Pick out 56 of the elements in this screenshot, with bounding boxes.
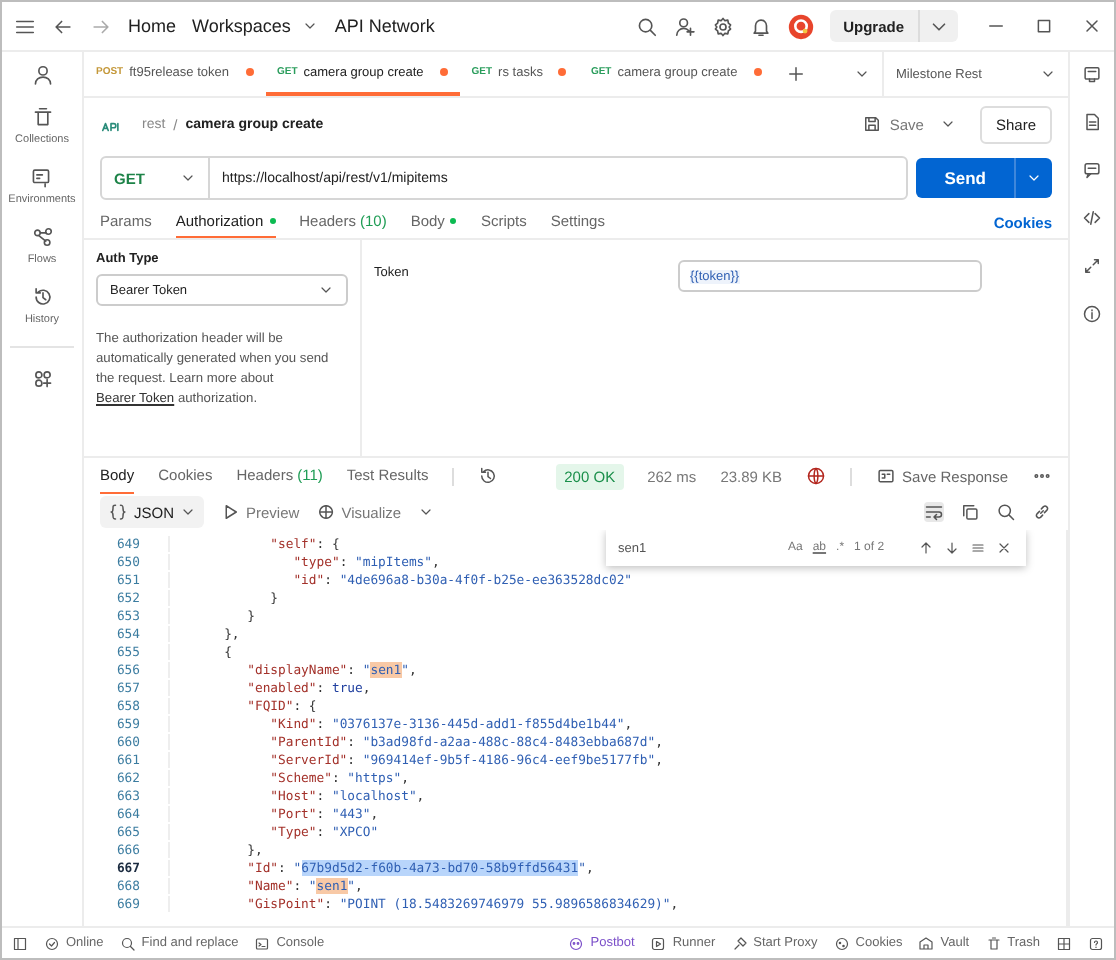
search-icon bbox=[119, 935, 136, 951]
caret-icon[interactable] bbox=[939, 116, 956, 132]
caret-icon bbox=[1040, 66, 1056, 82]
close-icon[interactable] bbox=[996, 540, 1013, 556]
bot-icon bbox=[568, 935, 585, 951]
help-icon[interactable] bbox=[1088, 935, 1104, 951]
play-icon bbox=[220, 502, 241, 522]
nav-link[interactable]: Home bbox=[128, 16, 177, 36]
history-icon[interactable] bbox=[478, 466, 499, 486]
link-icon[interactable] bbox=[1032, 502, 1052, 522]
console-icon bbox=[254, 935, 271, 951]
next-match-icon[interactable] bbox=[944, 540, 961, 556]
document-icon[interactable] bbox=[1082, 112, 1102, 132]
search-icon[interactable] bbox=[635, 15, 658, 37]
caret-icon[interactable] bbox=[417, 504, 434, 520]
caret-icon bbox=[180, 504, 197, 520]
maximize-icon[interactable] bbox=[1034, 16, 1054, 36]
settings-icon[interactable] bbox=[711, 15, 734, 37]
avatar-icon[interactable] bbox=[787, 13, 814, 39]
target-icon bbox=[315, 502, 336, 522]
caret-icon bbox=[1026, 170, 1042, 186]
sidebar-toggle-icon[interactable] bbox=[12, 935, 28, 951]
previous-match-icon[interactable] bbox=[918, 540, 935, 556]
layout-icon[interactable] bbox=[1056, 935, 1072, 951]
globe-icon[interactable] bbox=[806, 466, 827, 486]
code-icon[interactable] bbox=[1082, 208, 1102, 228]
comment-icon[interactable] bbox=[1082, 160, 1102, 180]
panel-icon[interactable] bbox=[1082, 64, 1102, 84]
apps-icon[interactable] bbox=[31, 368, 53, 390]
caret-icon[interactable] bbox=[854, 66, 870, 82]
info-icon[interactable] bbox=[1082, 304, 1102, 324]
copy-icon[interactable] bbox=[960, 502, 980, 522]
invite-user-icon[interactable] bbox=[673, 15, 696, 37]
runner-icon bbox=[650, 935, 667, 951]
nav-link[interactable]: API Network bbox=[334, 16, 435, 36]
search-icon[interactable] bbox=[996, 502, 1016, 522]
caret-icon bbox=[318, 282, 334, 298]
trash-icon bbox=[985, 935, 1002, 951]
account-icon[interactable] bbox=[31, 64, 53, 86]
new-tab-icon[interactable] bbox=[785, 64, 806, 84]
back-icon[interactable] bbox=[52, 15, 74, 37]
cookie-icon bbox=[833, 935, 850, 951]
wrap-lines-icon[interactable] bbox=[924, 502, 944, 522]
history-icon[interactable] bbox=[31, 286, 53, 308]
expand-icon[interactable] bbox=[1082, 256, 1102, 276]
flows-icon[interactable] bbox=[31, 226, 53, 248]
nav-link[interactable]: Workspaces bbox=[192, 16, 319, 36]
menu-icon[interactable] bbox=[14, 15, 36, 37]
trash-can-icon[interactable] bbox=[31, 106, 53, 128]
caret-icon bbox=[302, 18, 319, 34]
house-icon bbox=[918, 935, 935, 951]
caret-icon bbox=[180, 170, 196, 186]
braces-icon bbox=[108, 502, 128, 522]
bell-icon[interactable] bbox=[749, 15, 772, 37]
close-icon[interactable] bbox=[1082, 16, 1102, 36]
online-status-icon bbox=[44, 935, 60, 951]
